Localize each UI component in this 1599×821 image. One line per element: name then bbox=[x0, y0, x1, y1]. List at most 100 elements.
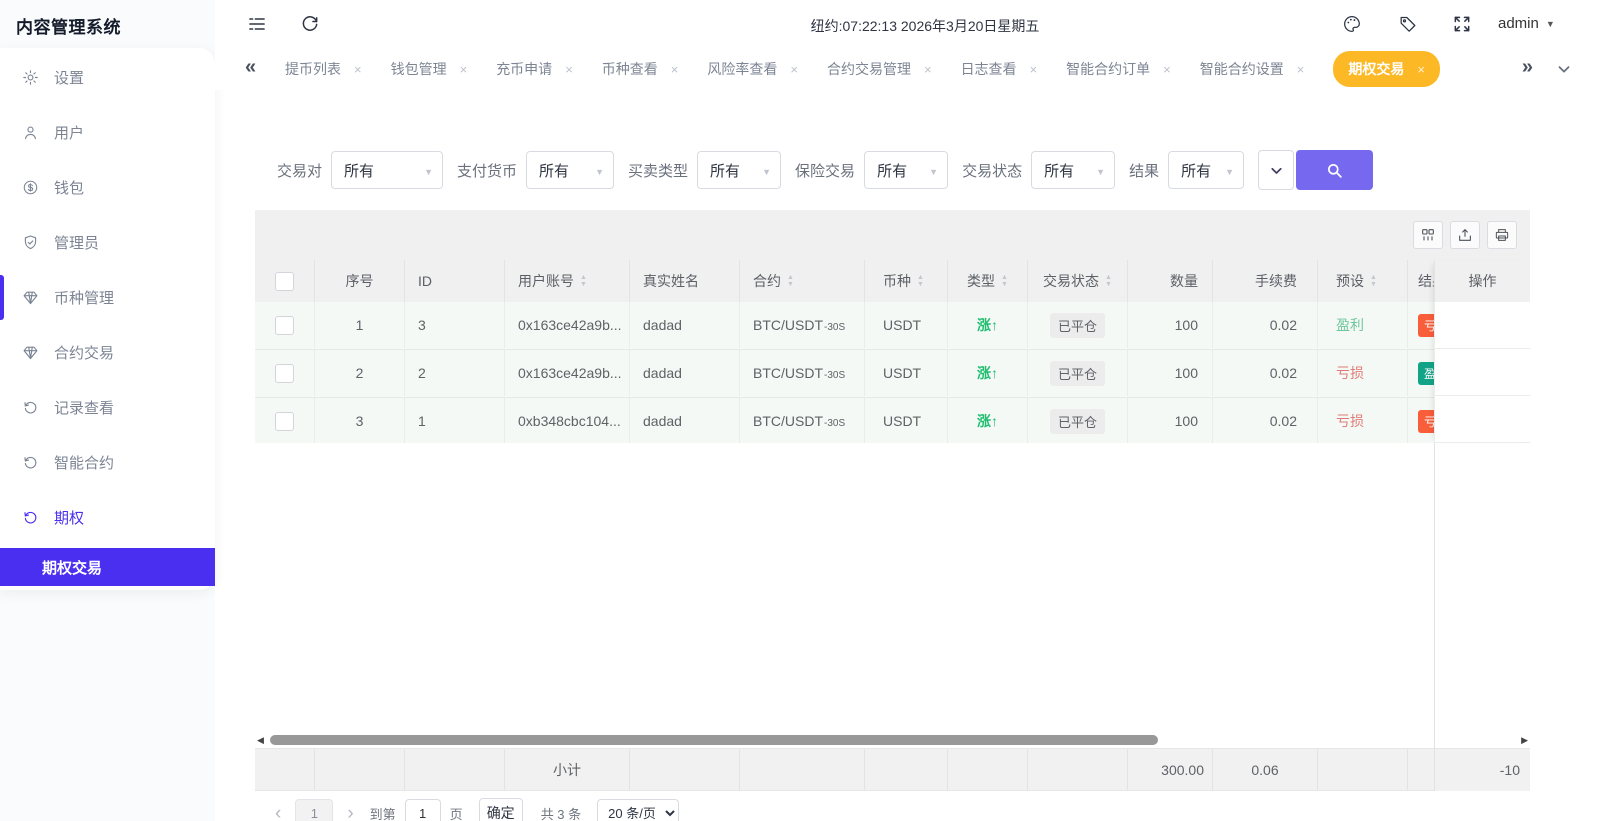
tab-close-icon[interactable]: × bbox=[460, 62, 468, 77]
filter-select-5[interactable]: 所有 ▼ bbox=[1031, 151, 1116, 189]
expand-filters-button[interactable] bbox=[1258, 150, 1295, 190]
filter-label: 保险交易 bbox=[795, 162, 856, 180]
sort-icon[interactable]: ▲ ▼ bbox=[917, 274, 924, 288]
filter-label: 交易状态 bbox=[962, 162, 1023, 180]
scroll-left-arrow-icon[interactable]: ◀ bbox=[257, 735, 264, 746]
sort-icon[interactable]: ▲ ▼ bbox=[580, 274, 587, 288]
palette-icon[interactable] bbox=[1342, 14, 1362, 34]
cell-cb bbox=[255, 350, 315, 396]
filter-select-1[interactable]: 所有 ▼ bbox=[331, 151, 444, 189]
tab-close-icon[interactable]: × bbox=[1297, 62, 1305, 77]
sidebar-subitem-active[interactable]: 期权交易 bbox=[0, 548, 215, 586]
name-value: dadad bbox=[643, 317, 682, 333]
filter-select-2[interactable]: 所有 ▼ bbox=[526, 151, 615, 189]
tabs-scroll-right-icon[interactable]: » bbox=[1522, 57, 1533, 77]
tab-item-3[interactable]: 充币申请 × bbox=[496, 59, 573, 79]
history-icon bbox=[22, 509, 39, 526]
cell-id: 1 bbox=[405, 398, 505, 443]
sidebar-item-3[interactable]: 钱包 bbox=[0, 160, 215, 215]
amount-value: 100 bbox=[1174, 413, 1198, 429]
summary-fee: 0.06 bbox=[1251, 761, 1279, 778]
filter-select-6[interactable]: 所有 ▼ bbox=[1168, 151, 1245, 189]
id-value: 3 bbox=[418, 317, 426, 333]
sort-icon[interactable]: ▲ ▼ bbox=[1001, 274, 1008, 288]
chevron-down-icon: ▼ bbox=[1225, 167, 1235, 177]
tab-close-icon[interactable]: × bbox=[671, 62, 679, 77]
tab-item-7[interactable]: 日志查看 × bbox=[961, 59, 1038, 79]
coin-value: USDT bbox=[883, 365, 922, 381]
sidebar-item-6[interactable]: 合约交易 bbox=[0, 325, 215, 380]
tabs-scroll-left-icon[interactable]: « bbox=[245, 57, 256, 77]
confirm-button[interactable]: 确定 bbox=[478, 798, 523, 821]
summary-amount: 300.00 bbox=[1161, 761, 1204, 778]
filter-bar: 交易对 所有 ▼ 支付货币 所有 ▼ 买卖类型 所有 ▼ 保险交易 所有 ▼ 交易状态 所有 ▼ 结果 所有 ▼ bbox=[277, 150, 1374, 190]
column-header-type[interactable]: 类型 ▲ ▼ bbox=[948, 260, 1028, 302]
column-header-contract[interactable]: 合约 ▲ ▼ bbox=[740, 260, 865, 302]
tab-close-icon[interactable]: × bbox=[565, 62, 573, 77]
scroll-right-arrow-icon[interactable]: ▶ bbox=[1521, 735, 1528, 746]
top-header: 纽约:07:22:13 2026年3月20日星期五 admin ▼ bbox=[215, 0, 1599, 48]
next-page-icon[interactable]: › bbox=[347, 804, 353, 821]
sidebar-item-4[interactable]: 管理员 bbox=[0, 215, 215, 270]
tab-item-6[interactable]: 合约交易管理 × bbox=[827, 59, 932, 79]
seq-value: 1 bbox=[355, 317, 364, 333]
scrollbar-thumb[interactable] bbox=[270, 735, 1158, 745]
sidebar-item-8[interactable]: 智能合约 bbox=[0, 435, 215, 490]
refresh-icon[interactable] bbox=[300, 14, 320, 34]
column-label: 序号 bbox=[345, 273, 374, 289]
page-number-button[interactable]: 1 bbox=[295, 799, 334, 821]
row-checkbox[interactable] bbox=[275, 411, 294, 431]
tab-label: 币种查看 bbox=[601, 61, 658, 77]
collapse-menu-icon[interactable] bbox=[247, 14, 267, 34]
summary-cell-name bbox=[630, 749, 740, 790]
column-header-status[interactable]: 交易状态 ▲ ▼ bbox=[1028, 260, 1128, 302]
tab-close-icon[interactable]: × bbox=[354, 62, 362, 77]
tab-close-icon[interactable]: × bbox=[1417, 62, 1425, 77]
tab-item-10[interactable]: 期权交易 × bbox=[1333, 51, 1440, 87]
column-header-preset[interactable]: 预设 ▲ ▼ bbox=[1318, 260, 1408, 302]
column-header-coin[interactable]: 币种 ▲ ▼ bbox=[865, 260, 948, 302]
prev-page-icon[interactable]: ‹ bbox=[275, 804, 281, 821]
tab-item-4[interactable]: 币种查看 × bbox=[602, 59, 679, 79]
tab-close-icon[interactable]: × bbox=[1163, 62, 1171, 77]
tab-item-9[interactable]: 智能合约设置 × bbox=[1200, 59, 1305, 79]
cell-contract: BTC/USDT -30S bbox=[740, 398, 865, 443]
tab-item-8[interactable]: 智能合约订单 × bbox=[1066, 59, 1171, 79]
sort-icon[interactable]: ▲ ▼ bbox=[1370, 274, 1377, 288]
filter-select-4[interactable]: 所有 ▼ bbox=[864, 151, 949, 189]
sort-icon[interactable]: ▲ ▼ bbox=[787, 274, 794, 288]
cell-result: 亏损 bbox=[1408, 302, 1434, 348]
sidebar-item-2[interactable]: 用户 bbox=[0, 105, 215, 160]
tab-close-icon[interactable]: × bbox=[1030, 62, 1038, 77]
filter-select-3[interactable]: 所有 ▼ bbox=[697, 151, 782, 189]
export-button[interactable] bbox=[1450, 221, 1480, 249]
status-badge: 已平仓 bbox=[1049, 360, 1105, 386]
goto-page-input[interactable] bbox=[404, 799, 441, 821]
coin-value: USDT bbox=[883, 317, 922, 333]
column-header-account[interactable]: 用户账号 ▲ ▼ bbox=[505, 260, 630, 302]
print-button[interactable] bbox=[1487, 221, 1517, 249]
sidebar-item-5[interactable]: 币种管理 bbox=[0, 270, 215, 325]
sidebar-item-9[interactable]: 期权 bbox=[0, 490, 215, 545]
columns-button[interactable] bbox=[1413, 221, 1443, 249]
sidebar-item-1[interactable]: 设置 bbox=[0, 50, 215, 105]
tab-item-1[interactable]: 提币列表 × bbox=[285, 59, 362, 79]
tab-item-5[interactable]: 风险率查看 × bbox=[707, 59, 798, 79]
per-page-select[interactable]: 20 条/页 bbox=[597, 799, 680, 821]
tabs-more-icon[interactable] bbox=[1555, 60, 1573, 78]
fullscreen-icon[interactable] bbox=[1452, 14, 1472, 34]
user-menu[interactable]: admin ▼ bbox=[1498, 15, 1555, 32]
tab-close-icon[interactable]: × bbox=[924, 62, 932, 77]
tab-label: 日志查看 bbox=[960, 61, 1017, 77]
search-button[interactable] bbox=[1296, 150, 1374, 190]
cell-fee: 0.02 bbox=[1213, 350, 1318, 396]
row-checkbox[interactable] bbox=[275, 363, 294, 383]
row-checkbox[interactable] bbox=[275, 315, 294, 335]
sidebar-item-7[interactable]: 记录查看 bbox=[0, 380, 215, 435]
select-all-checkbox[interactable] bbox=[275, 271, 294, 291]
tag-icon[interactable] bbox=[1398, 14, 1418, 34]
tab-item-2[interactable]: 钱包管理 × bbox=[391, 59, 468, 79]
fee-value: 0.02 bbox=[1269, 365, 1297, 381]
tab-close-icon[interactable]: × bbox=[790, 62, 798, 77]
sort-icon[interactable]: ▲ ▼ bbox=[1105, 274, 1112, 288]
